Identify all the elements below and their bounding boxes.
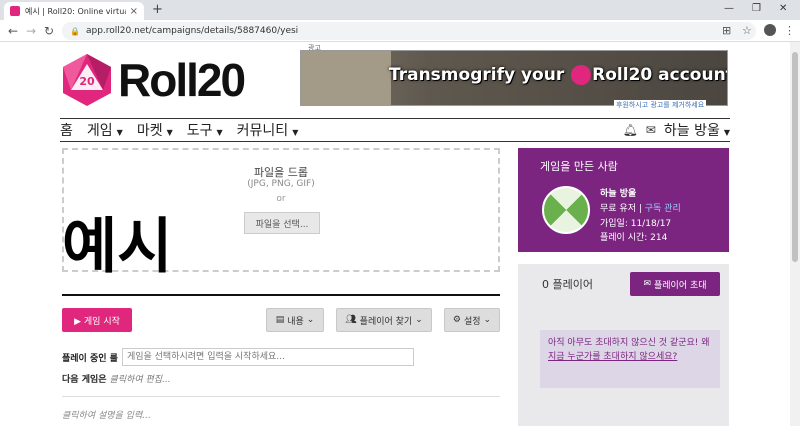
chevron-down-icon: ▼	[292, 128, 299, 137]
chevron-down-icon: ⌄	[415, 315, 423, 325]
page-scrollbar[interactable]	[790, 42, 800, 426]
creator-playtime: 플레이 시간: 214	[600, 233, 668, 243]
title-divider	[62, 294, 500, 296]
find-players-button[interactable]: 👥︎ 플레이어 찾기 ⌄	[336, 308, 432, 332]
creator-name[interactable]: 하늘 방울	[600, 186, 636, 199]
svg-text:20: 20	[79, 75, 95, 88]
menu-dots-icon[interactable]: ⋮	[784, 24, 795, 37]
player-count: 0 플레이어	[542, 278, 593, 291]
lock-icon: 🔒	[70, 26, 80, 36]
translate-icon[interactable]: ⊞	[722, 24, 731, 37]
content-button[interactable]: ▤ 내용 ⌄	[266, 308, 324, 332]
chevron-down-icon: ▼	[723, 128, 730, 137]
players-panel: 0 플레이어 ✉ 플레이어 초대 아직 아무도 초대하지 않으신 것 같군요! 왜…	[518, 264, 729, 426]
minimize-icon[interactable]: —	[724, 3, 734, 14]
remove-ads-link[interactable]: 후원하시고 광고를 제거하세요	[614, 100, 707, 110]
playing-label: 플레이 중인 룰	[62, 353, 118, 364]
new-tab-button[interactable]: +	[152, 2, 163, 17]
playing-ruleset-row: 플레이 중인 룰	[62, 348, 414, 366]
tab-close-icon[interactable]: ×	[130, 6, 138, 17]
chevron-down-icon: ⌄	[483, 315, 492, 325]
invite-someone-link[interactable]: 지금 누군가를 초대하지 않으세요?	[548, 352, 677, 362]
browser-tab[interactable]: 예시 | Roll20: Online virtual tab ×	[4, 2, 144, 20]
gear-icon: ⚙	[452, 315, 461, 325]
bell-icon[interactable]: 🔔︎	[623, 123, 638, 137]
users-icon: 👥︎	[345, 315, 357, 325]
browser-tab-bar: 예시 | Roll20: Online virtual tab × + — ❐ …	[0, 0, 800, 20]
reload-icon[interactable]: ↻	[44, 24, 54, 38]
nav-item-market[interactable]: 마켓 ▼	[137, 120, 173, 140]
chevron-down-icon: ▼	[116, 128, 123, 137]
manage-subscription-link[interactable]: 구독 관리	[645, 204, 681, 214]
settings-button[interactable]: ⚙ 설정 ⌄	[444, 308, 500, 332]
browser-toolbar: ← → ↻ 🔒 app.roll20.net/campaigns/details…	[0, 20, 800, 42]
d20-logo-icon: 20	[63, 54, 111, 106]
dropzone-title: 파일을 드롭	[253, 166, 309, 179]
dropzone-formats: (JPG, PNG, GIF)	[247, 179, 315, 189]
main-nav: 홈 게임 ▼ 마켓 ▼ 도구 ▼ 커뮤니티 ▼ 🔔︎ ✉ 하늘 방울 ▼	[60, 118, 730, 142]
envelope-icon[interactable]: ✉	[646, 123, 656, 137]
ad-d20-icon	[571, 65, 592, 85]
forward-arrow-icon[interactable]: →	[26, 24, 36, 38]
content-icon: ▤	[275, 315, 285, 325]
chevron-down-icon: ⌄	[306, 315, 315, 325]
description-divider	[62, 396, 500, 397]
window-close-icon[interactable]: ✕	[779, 3, 787, 14]
roll20-page: 20 Roll20 광고 Transmogrify your Roll20 ac…	[0, 42, 790, 426]
bookmark-star-icon[interactable]: ☆	[742, 24, 752, 37]
invite-players-button[interactable]: ✉ 플레이어 초대	[630, 272, 720, 296]
address-bar[interactable]: 🔒 app.roll20.net/campaigns/details/58874…	[62, 22, 756, 40]
chevron-down-icon: ▼	[166, 128, 173, 137]
scrollbar-thumb[interactable]	[792, 52, 798, 262]
back-arrow-icon[interactable]: ←	[8, 24, 18, 38]
nav-item-community[interactable]: 커뮤니티 ▼	[237, 120, 299, 140]
campaign-title[interactable]: 예시	[62, 217, 172, 277]
logo-wordmark: Roll20	[118, 54, 246, 106]
invite-note: 아직 아무도 초대하지 않으신 것 같군요! 왜 지금 누군가를 초대하지 않으…	[540, 330, 720, 388]
creator-heading: 게임을 만든 사람	[540, 160, 618, 173]
profile-avatar-icon[interactable]	[764, 24, 776, 36]
ruleset-input[interactable]	[121, 348, 414, 366]
ad-banner[interactable]: Transmogrify your Roll20 account	[300, 50, 728, 106]
url-text: app.roll20.net/campaigns/details/5887460…	[85, 26, 299, 36]
roll20-favicon-icon	[10, 6, 20, 16]
next-game-row: 다음 게임은 클릭하여 편집...	[62, 372, 171, 385]
next-game-label: 다음 게임은	[62, 375, 107, 385]
ad-text: Transmogrify your Roll20 account	[389, 65, 728, 85]
chevron-down-icon: ▼	[216, 128, 223, 137]
description-placeholder[interactable]: 클릭하여 설명을 입력...	[62, 408, 151, 421]
roll20-logo[interactable]: 20 Roll20	[60, 52, 280, 108]
ad-illustration	[301, 51, 391, 105]
envelope-open-icon: ✉	[643, 279, 651, 289]
nav-item-tools[interactable]: 도구 ▼	[187, 120, 223, 140]
nav-item-games[interactable]: 게임 ▼	[87, 120, 123, 140]
start-game-button[interactable]: ▶ 게임 시작	[62, 308, 132, 332]
choose-file-button[interactable]: 파일을 선택...	[244, 212, 320, 234]
restore-icon[interactable]: ❐	[752, 3, 761, 14]
tab-title: 예시 | Roll20: Online virtual tab	[25, 6, 126, 16]
creator-panel: 게임을 만든 사람 하늘 방울 무료 유저 | 구독 관리 가입일: 11/18…	[518, 148, 729, 252]
creator-joined: 가입일: 11/18/17	[600, 219, 672, 229]
creator-plan: 무료 유저 | 구독 관리	[600, 204, 681, 214]
dropzone-or: or	[276, 194, 286, 204]
creator-avatar[interactable]	[542, 186, 590, 234]
user-menu[interactable]: 하늘 방울 ▼	[664, 120, 730, 140]
nav-item-home[interactable]: 홈	[60, 120, 73, 140]
next-game-edit[interactable]: 클릭하여 편집...	[110, 375, 171, 385]
